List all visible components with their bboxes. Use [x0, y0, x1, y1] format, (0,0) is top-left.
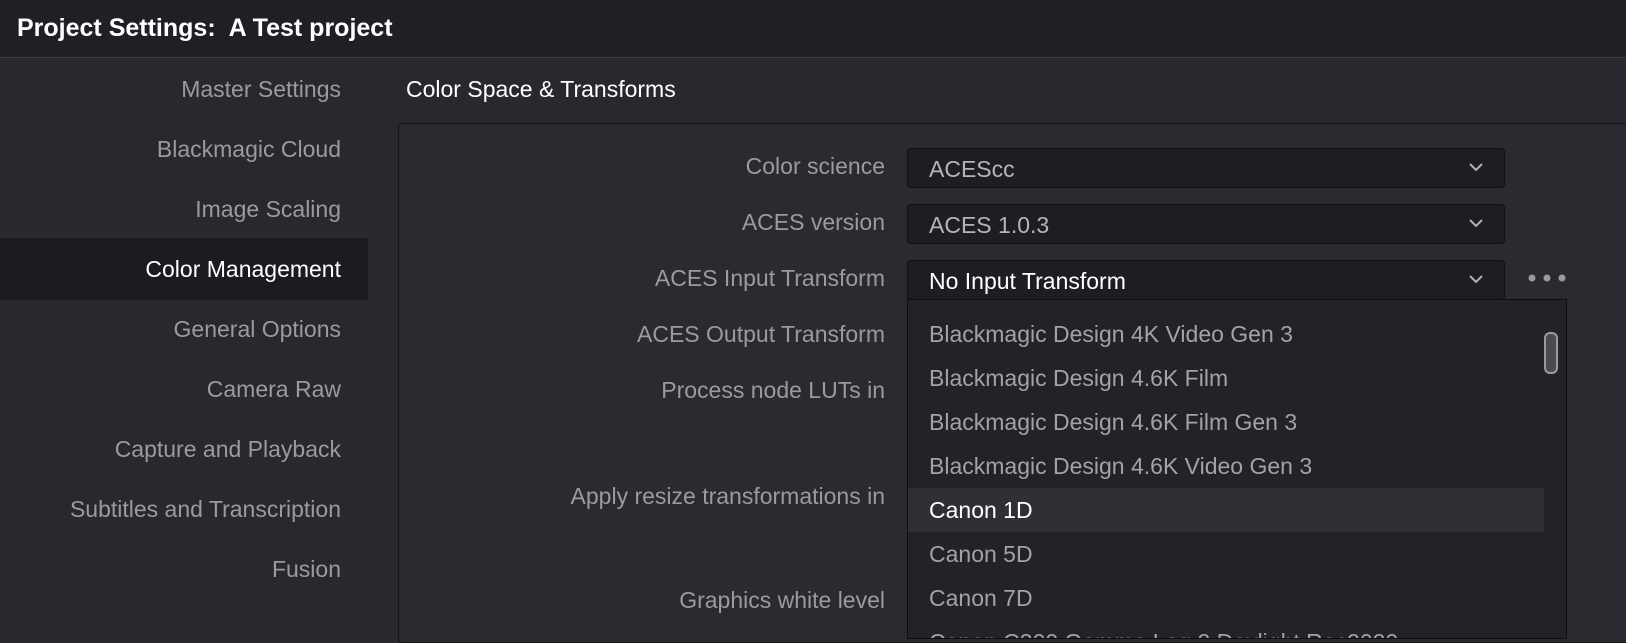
sidebar-item-blackmagic-cloud[interactable]: Blackmagic Cloud [0, 118, 368, 180]
window-title: Project Settings: A Test project [17, 14, 393, 42]
dropdown-option[interactable]: Canon 7D [908, 576, 1544, 620]
sidebar-item-color-management[interactable]: Color Management [0, 238, 368, 300]
dropdown-option[interactable]: Blackmagic Design 4.6K Film [908, 356, 1544, 400]
dropdown-scrollbar-thumb[interactable] [1544, 332, 1558, 374]
dropdown-option-highlighted[interactable]: Canon 1D [908, 488, 1544, 532]
sidebar-item-image-scaling[interactable]: Image Scaling [0, 178, 368, 240]
sidebar-item-master-settings[interactable]: Master Settings [0, 58, 368, 120]
dropdown-option[interactable]: Blackmagic Design 4.6K Video Gen 3 [908, 444, 1544, 488]
sidebar-item-fusion[interactable]: Fusion [0, 538, 368, 600]
chevron-down-icon [1469, 275, 1483, 284]
sidebar-item-general-options[interactable]: General Options [0, 298, 368, 360]
sidebar: Master Settings Blackmagic Cloud Image S… [0, 58, 368, 634]
aces-input-transform-value: No Input Transform [929, 268, 1126, 294]
aces-output-transform-label: ACES Output Transform [637, 321, 885, 347]
dropdown-option[interactable]: Canon C300 Gamma Log 2 Daylight Rec2020 [908, 620, 1544, 638]
section-title: Color Space & Transforms [406, 76, 676, 102]
aces-input-transform-select[interactable]: No Input Transform [907, 260, 1505, 300]
dropdown-option[interactable]: Blackmagic Design 4.6K Film Gen 3 [908, 400, 1544, 444]
chevron-down-icon [1469, 163, 1483, 172]
sidebar-item-camera-raw[interactable]: Camera Raw [0, 358, 368, 420]
apply-resize-transformations-label: Apply resize transformations in [570, 483, 885, 509]
dropdown-option[interactable]: Canon 5D [908, 532, 1544, 576]
sidebar-item-subtitles-and-transcription[interactable]: Subtitles and Transcription [0, 478, 368, 540]
color-science-label: Color science [745, 153, 885, 179]
dropdown-option[interactable]: Blackmagic Design 4K Video Gen 3 [908, 312, 1544, 356]
color-science-value: ACEScc [929, 156, 1015, 182]
aces-version-label: ACES version [741, 209, 885, 235]
graphics-white-level-label: Graphics white level [679, 587, 885, 613]
title-bar: Project Settings: A Test project [0, 0, 1626, 58]
more-options-icon[interactable] [1526, 270, 1568, 286]
process-node-luts-label: Process node LUTs in [661, 377, 885, 403]
aces-version-select[interactable]: ACES 1.0.3 [907, 204, 1505, 244]
aces-input-transform-label: ACES Input Transform [654, 265, 885, 291]
aces-version-value: ACES 1.0.3 [929, 212, 1050, 238]
sidebar-item-capture-and-playback[interactable]: Capture and Playback [0, 418, 368, 480]
chevron-down-icon [1469, 219, 1483, 228]
color-science-select[interactable]: ACEScc [907, 148, 1505, 188]
input-transform-dropdown-list[interactable]: Blackmagic Design 4K Video Gen 3 Blackma… [907, 299, 1567, 639]
